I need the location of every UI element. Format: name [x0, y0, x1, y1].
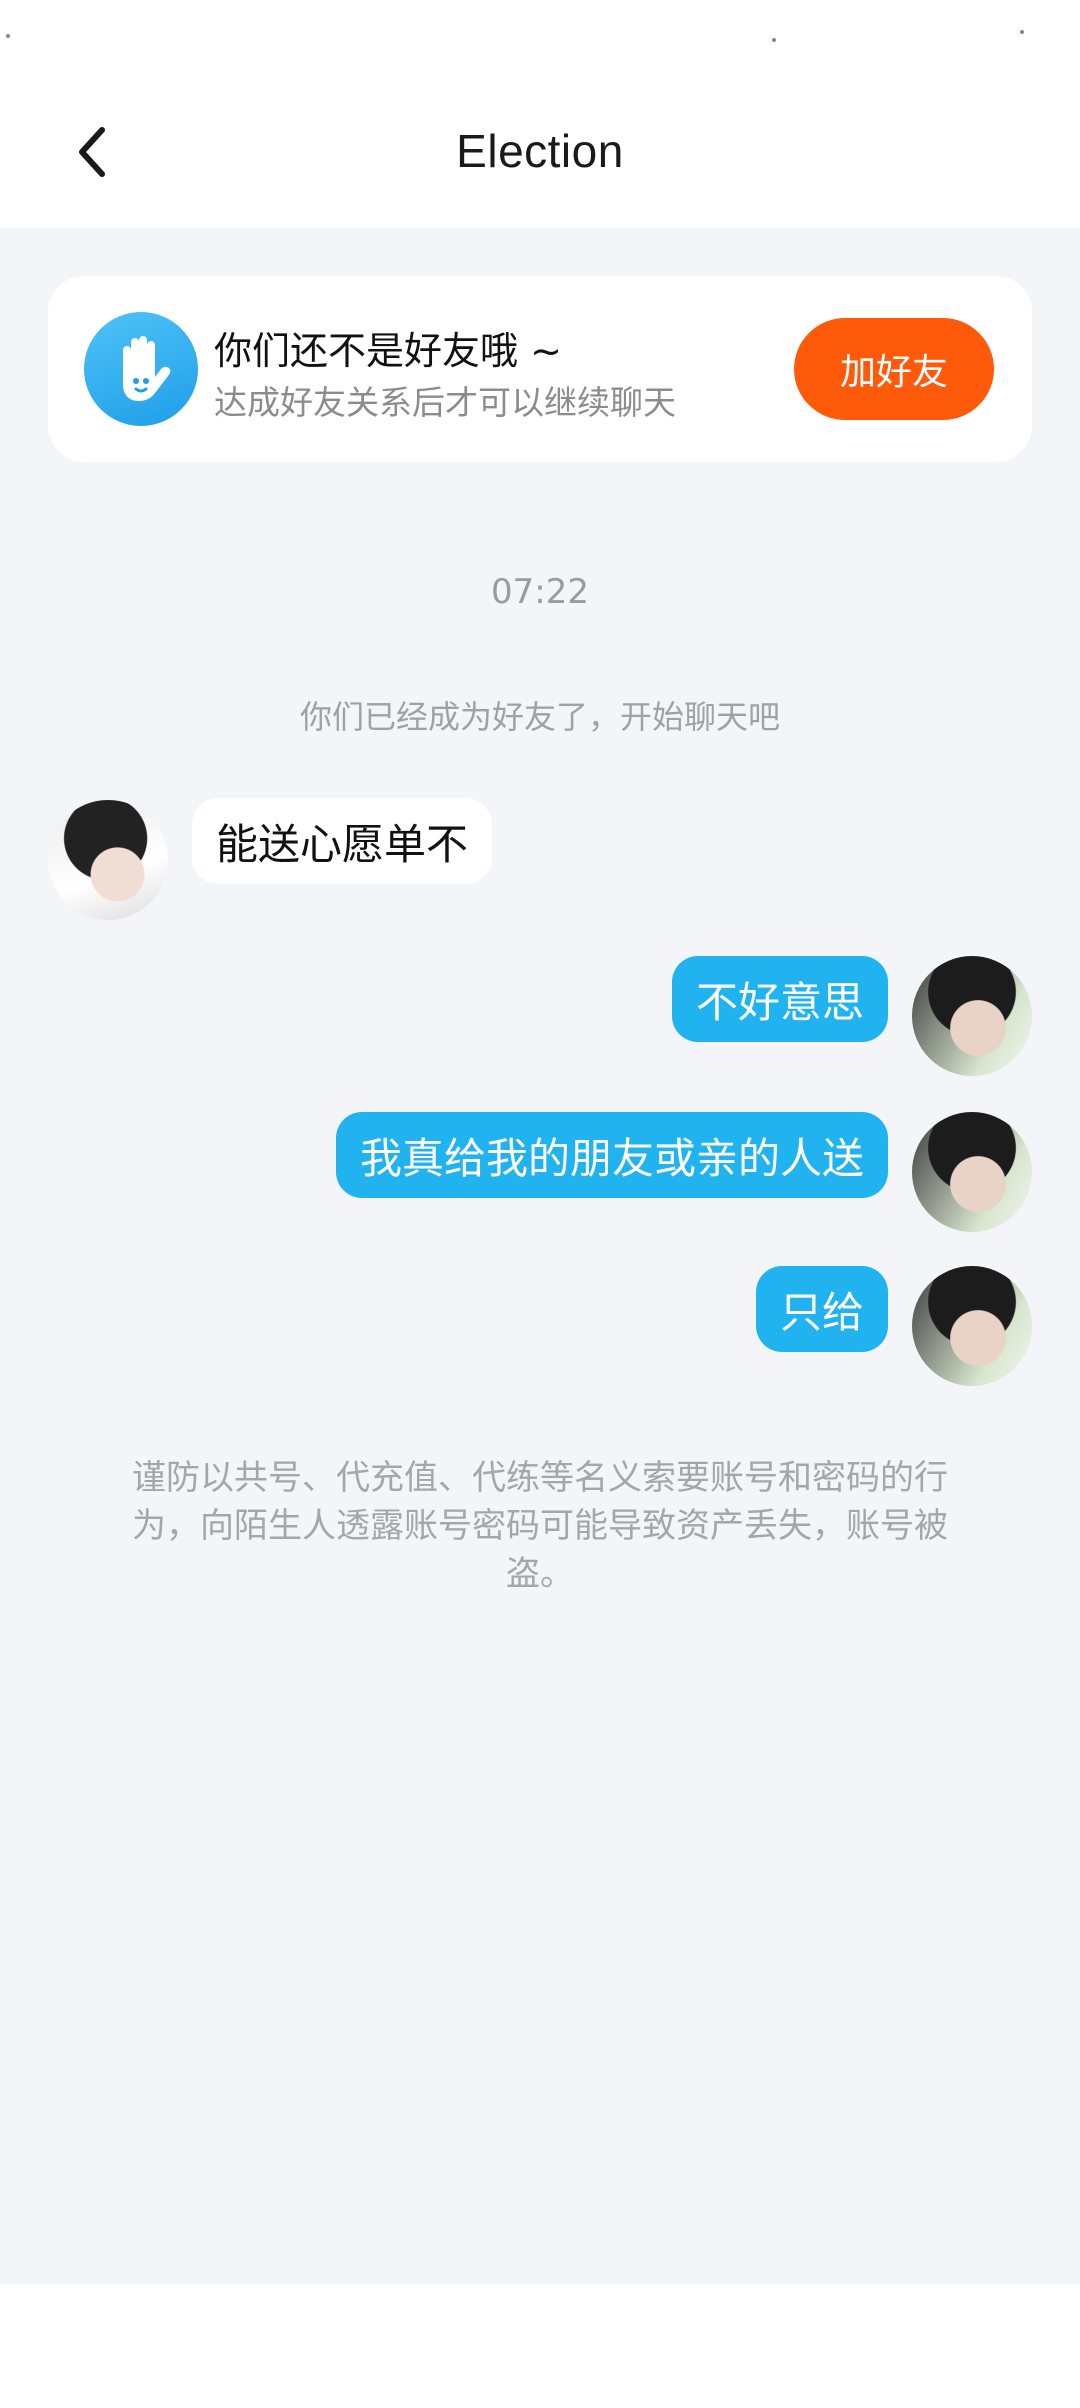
self-avatar[interactable] — [912, 956, 1032, 1076]
status-indicator — [1020, 30, 1024, 34]
self-avatar[interactable] — [912, 1112, 1032, 1232]
message-timestamp: 07:22 — [491, 572, 589, 612]
add-friend-button[interactable]: 加好友 — [794, 318, 994, 420]
self-avatar[interactable] — [912, 1266, 1032, 1386]
outgoing-message[interactable]: 不好意思 — [671, 956, 888, 1042]
status-indicator — [772, 38, 776, 42]
status-bar — [0, 0, 1080, 76]
incoming-message[interactable]: 能送心愿单不 — [192, 798, 493, 884]
outgoing-message[interactable]: 只给 — [755, 1266, 888, 1352]
bottom-bar — [0, 2284, 1080, 2408]
hand-icon — [84, 312, 198, 426]
system-notice: 你们已经成为好友了，开始聊天吧 — [299, 698, 780, 736]
contact-avatar[interactable] — [48, 800, 168, 920]
navigation-bar: Election — [0, 76, 1080, 228]
not-friends-banner: 你们还不是好友哦 ~ 达成好友关系后才可以继续聊天 加好友 — [48, 276, 1032, 462]
page-title: Election — [456, 125, 624, 177]
banner-subtitle: 达成好友关系后才可以继续聊天 — [214, 383, 676, 422]
status-indicator — [6, 34, 10, 38]
outgoing-message[interactable]: 我真给我的朋友或亲的人送 — [335, 1112, 888, 1198]
banner-title: 你们还不是好友哦 ~ — [214, 329, 562, 373]
security-warning: 谨防以共号、代充值、代练等名义索要账号和密码的行为，向陌生人透露账号密码可能导致… — [132, 1458, 948, 1594]
